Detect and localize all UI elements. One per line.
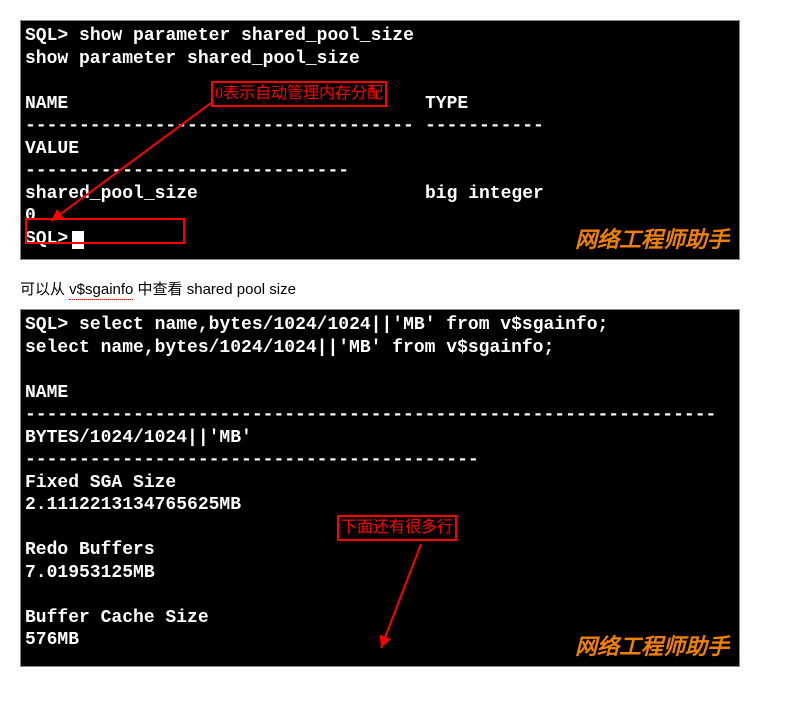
watermark-text: 网络工程师助手: [575, 226, 729, 254]
row-value: 2.1112213134765625MB: [25, 494, 735, 517]
sql-echo: select name,bytes/1024/1024||'MB' from v…: [25, 337, 735, 360]
col-header-name: NAME: [25, 382, 735, 405]
sql-prompt: SQL>: [25, 315, 68, 335]
col-header-type: TYPE: [425, 94, 468, 114]
caption-text: 可以从 v$sgainfo 中查看 shared pool size: [20, 278, 774, 299]
caption-post: 中查看 shared pool size: [133, 281, 296, 298]
separator: ------------------------------: [25, 160, 735, 183]
sql-command: select name,bytes/1024/1024||'MB' from v…: [79, 315, 608, 335]
param-type: big integer: [425, 184, 544, 204]
terminal-output-1: SQL> show parameter shared_pool_size sho…: [20, 20, 740, 260]
caption-pre: 可以从: [20, 281, 69, 298]
row-name: Redo Buffers: [25, 539, 735, 562]
annotation-more-rows: 下面还有很多行: [337, 515, 457, 541]
highlight-value-box: [25, 218, 185, 244]
sql-command: show parameter shared_pool_size: [79, 26, 414, 46]
watermark-text: 网络工程师助手: [575, 633, 729, 661]
separator: ----------------------------------------…: [25, 115, 735, 138]
param-name: shared_pool_size: [25, 183, 425, 206]
separator: ----------------------------------------…: [25, 404, 735, 427]
sql-prompt: SQL>: [25, 26, 68, 46]
separator: ----------------------------------------…: [25, 449, 735, 472]
row-value: 7.01953125MB: [25, 562, 735, 585]
sql-echo: show parameter shared_pool_size: [25, 48, 735, 71]
row-name: Fixed SGA Size: [25, 472, 735, 495]
row-name: Buffer Cache Size: [25, 607, 735, 630]
terminal-output-2: SQL> select name,bytes/1024/1024||'MB' f…: [20, 309, 740, 667]
annotation-memory-auto: 0表示自动管理内存分配: [211, 81, 387, 107]
col-header-bytes: BYTES/1024/1024||'MB': [25, 427, 735, 450]
caption-mid: v$sgainfo: [69, 281, 133, 300]
col-header-value: VALUE: [25, 138, 735, 161]
